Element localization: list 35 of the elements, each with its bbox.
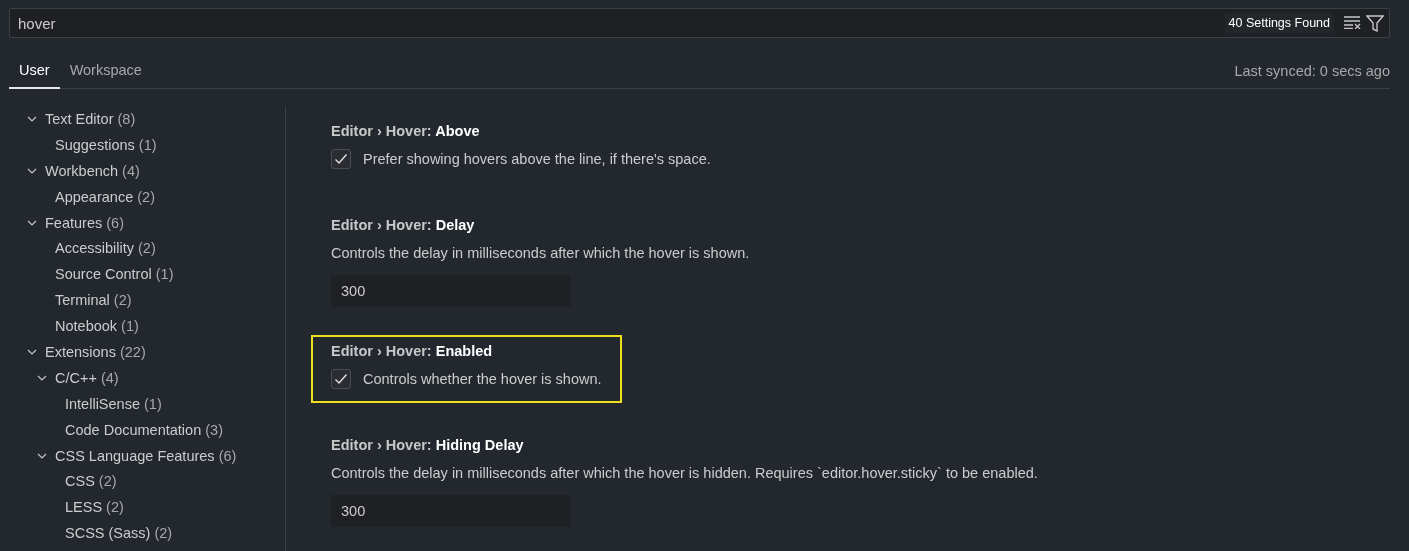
setting-title: Editor › Hover: Enabled bbox=[331, 342, 494, 361]
tree-item[interactable]: Appearance (2) bbox=[55, 188, 155, 205]
tree-item[interactable]: CSS Language Features (6) bbox=[55, 447, 237, 464]
setting-title: Editor › Hover: Delay bbox=[331, 216, 476, 235]
tree-item[interactable]: CSS (2) bbox=[65, 473, 117, 490]
sync-status: Last synced: 0 secs ago bbox=[1234, 63, 1390, 81]
setting-description: Prefer showing hovers above the line, if there's space. bbox=[363, 150, 711, 169]
tree-item[interactable]: LESS (2) bbox=[65, 499, 124, 516]
tree-item[interactable]: Source Control (1) bbox=[55, 266, 174, 283]
tab[interactable]: Workspace bbox=[59, 62, 152, 89]
tree-item[interactable]: SCSS (Sass) (2) bbox=[65, 525, 173, 542]
checkbox[interactable] bbox=[331, 149, 351, 169]
number-field[interactable]: 300 bbox=[331, 495, 571, 527]
clear-filter-icon[interactable] bbox=[1344, 14, 1362, 29]
filter-icon[interactable] bbox=[1366, 14, 1384, 32]
tree-item[interactable]: Code Documentation (3) bbox=[65, 421, 223, 438]
tree-item[interactable]: C/C++ (4) bbox=[55, 369, 119, 386]
setting-title: Editor › Hover: Hiding Delay bbox=[331, 436, 525, 455]
tree-item[interactable]: Accessibility (2) bbox=[55, 240, 156, 257]
tree-item[interactable]: Terminal (2) bbox=[55, 292, 132, 309]
setting-description: Controls the delay in milliseconds after which the hover is shown. bbox=[331, 244, 750, 263]
checkbox[interactable] bbox=[331, 369, 351, 389]
setting-description: Controls whether the hover is shown. bbox=[363, 370, 602, 389]
tab[interactable]: User bbox=[9, 62, 60, 89]
result-count: 40 Settings Found bbox=[1224, 13, 1334, 33]
tree-item[interactable]: Suggestions (1) bbox=[55, 136, 157, 153]
tree-item[interactable]: Features (6) bbox=[45, 214, 124, 231]
tree-item[interactable]: Extensions (22) bbox=[45, 343, 146, 360]
tree-item[interactable]: IntelliSense (1) bbox=[65, 395, 162, 412]
setting-description: Controls the delay in milliseconds after which the hover is hidden. Requires `editor.hover.sticky` to be enabled. bbox=[331, 464, 1038, 483]
tree-item[interactable]: Text Editor (8) bbox=[45, 110, 136, 127]
number-field[interactable]: 300 bbox=[331, 275, 571, 307]
tree-item[interactable]: Workbench (4) bbox=[45, 162, 140, 179]
setting-title: Editor › Hover: Above bbox=[331, 122, 481, 141]
tree-item[interactable]: Notebook (1) bbox=[55, 318, 139, 335]
